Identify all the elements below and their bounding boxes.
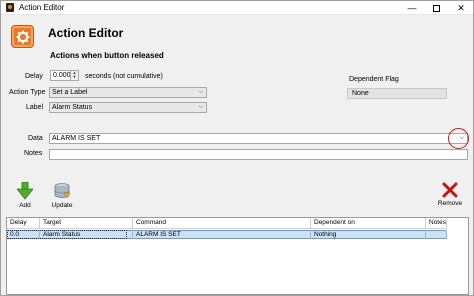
- update-button[interactable]: Update: [49, 182, 75, 209]
- cell-delay: 0.0: [7, 230, 40, 239]
- notes-label: Notes: [24, 150, 43, 157]
- gear-icon: [11, 25, 34, 48]
- action-type-label: Action Type: [9, 89, 46, 96]
- column-header-dependent-on[interactable]: Dependent on: [311, 218, 426, 229]
- spin-down-icon[interactable]: ▼: [71, 75, 78, 79]
- delay-input[interactable]: 0.000: [50, 70, 71, 81]
- add-label: Add: [19, 202, 31, 209]
- window-title: Action Editor: [19, 3, 65, 12]
- title-bar: Action Editor — ✕: [1, 1, 473, 15]
- delay-label: Delay: [25, 73, 43, 80]
- minimize-button[interactable]: —: [401, 1, 423, 15]
- cell-notes: [426, 230, 447, 239]
- cell-target: Alarm Status: [40, 230, 133, 239]
- action-type-select[interactable]: Set a Label ⌵: [49, 87, 207, 98]
- action-type-value: Set a Label: [52, 89, 88, 96]
- action-editor-window: Action Editor — ✕ Action Editor Actions …: [0, 0, 474, 296]
- close-button[interactable]: ✕: [450, 1, 472, 15]
- maximize-icon: [432, 5, 440, 13]
- column-header-notes[interactable]: Notes: [426, 218, 447, 229]
- app-icon: [6, 3, 14, 12]
- column-header-target[interactable]: Target: [40, 218, 133, 229]
- grid-empty-area: [447, 218, 468, 294]
- delay-unit-label: seconds (not cumulative): [85, 73, 163, 80]
- dependent-flag-label: Dependent Flag: [349, 76, 399, 83]
- data-value: ALARM IS SET: [52, 135, 101, 142]
- column-header-command[interactable]: Command: [133, 218, 311, 229]
- maximize-button[interactable]: [425, 1, 447, 15]
- chevron-down-icon: ⌵: [198, 89, 203, 95]
- label-value: Alarm Status: [52, 104, 93, 111]
- page-subtitle: Actions when button released: [50, 51, 164, 60]
- remove-button[interactable]: Remove: [437, 182, 463, 207]
- data-combo[interactable]: ALARM IS SET ⌵: [49, 133, 468, 144]
- notes-input[interactable]: [49, 149, 468, 160]
- chevron-down-icon: ⌵: [198, 104, 203, 110]
- down-arrow-icon: [16, 181, 34, 200]
- actions-table[interactable]: Delay Target Command Dependent on Notes …: [6, 217, 469, 295]
- column-header-delay[interactable]: Delay: [7, 218, 40, 229]
- label-select[interactable]: Alarm Status ⌵: [49, 102, 207, 113]
- page-title: Action Editor: [48, 26, 124, 40]
- label-label: Label: [26, 104, 44, 111]
- cell-dependent-on: Nothing: [311, 230, 426, 239]
- add-button[interactable]: Add: [14, 181, 36, 209]
- database-icon: [54, 183, 71, 199]
- highlight-circle: [448, 128, 469, 149]
- cell-command: ALARM IS SET: [133, 230, 311, 239]
- remove-x-icon: [442, 182, 458, 198]
- update-label: Update: [51, 202, 73, 209]
- dependent-flag-field: None: [347, 88, 447, 99]
- data-label: Data: [28, 135, 43, 142]
- delay-spinner[interactable]: ▲ ▼: [70, 70, 79, 81]
- remove-label: Remove: [437, 200, 463, 207]
